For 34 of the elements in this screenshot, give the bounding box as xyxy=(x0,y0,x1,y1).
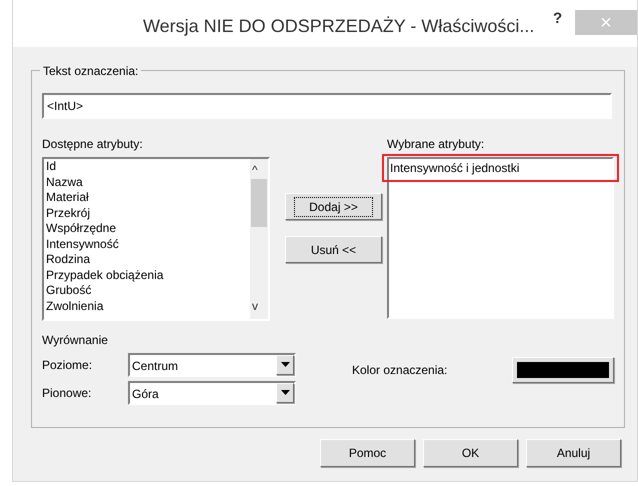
cancel-button[interactable]: Anuluj xyxy=(526,439,621,467)
list-item[interactable]: Nazwa xyxy=(44,174,250,190)
scroll-down-icon[interactable]: v xyxy=(252,297,258,315)
dropdown[interactable]: Centrum xyxy=(128,353,296,377)
dropdown[interactable]: Góra xyxy=(128,381,296,405)
list-item[interactable]: Intensywność i jednostki xyxy=(382,154,619,182)
list-item[interactable]: Id xyxy=(44,159,250,174)
color-swatch-button[interactable] xyxy=(512,357,614,383)
color-label: Kolor oznaczenia: xyxy=(352,362,448,379)
help-button[interactable]: ? xyxy=(553,8,562,30)
scroll-up-icon[interactable]: ^ xyxy=(252,161,258,179)
list-item[interactable]: Przekrój xyxy=(44,206,250,221)
list-item[interactable]: Współrzędne xyxy=(44,221,250,236)
help-button[interactable]: Pomoc xyxy=(320,439,415,467)
list-item[interactable]: Intensywność xyxy=(44,236,250,252)
list-label: Wybrane atrybuty: xyxy=(387,136,486,153)
list-item[interactable]: Zwolnienia xyxy=(44,298,250,314)
field-label: Pionowe: xyxy=(42,385,92,402)
list-label: Dostępne atrybuty: xyxy=(42,136,144,153)
dropdown-value: Centrum xyxy=(131,358,180,375)
label-text-field[interactable]: <IntU> xyxy=(42,93,612,119)
list-item[interactable]: Materiał xyxy=(44,190,250,206)
list-item[interactable]: Przypadek obciążenia xyxy=(44,268,250,283)
dropdown-value: Góra xyxy=(131,386,160,403)
ok-button[interactable]: OK xyxy=(423,439,518,467)
list-item[interactable]: Grubość xyxy=(44,283,250,298)
remove-button[interactable]: Usuń << xyxy=(285,236,382,263)
list-item[interactable]: Rodzina xyxy=(44,252,250,268)
add-button[interactable]: Dodaj >> xyxy=(285,193,382,220)
window-title: Wersja NIE DO ODSPRZEDAŻY - Właściwości... xyxy=(143,15,534,38)
available-list[interactable]: Id Nazwa Materiał Przekrój Współrzędne Intensywność Rodzina Przypadek obciążenia Grubość Zwolnienia ^ v xyxy=(42,157,270,321)
field-label: Poziome: xyxy=(42,357,94,374)
section-label: Wyrównanie xyxy=(42,332,109,349)
scroll-thumb[interactable] xyxy=(251,179,267,227)
